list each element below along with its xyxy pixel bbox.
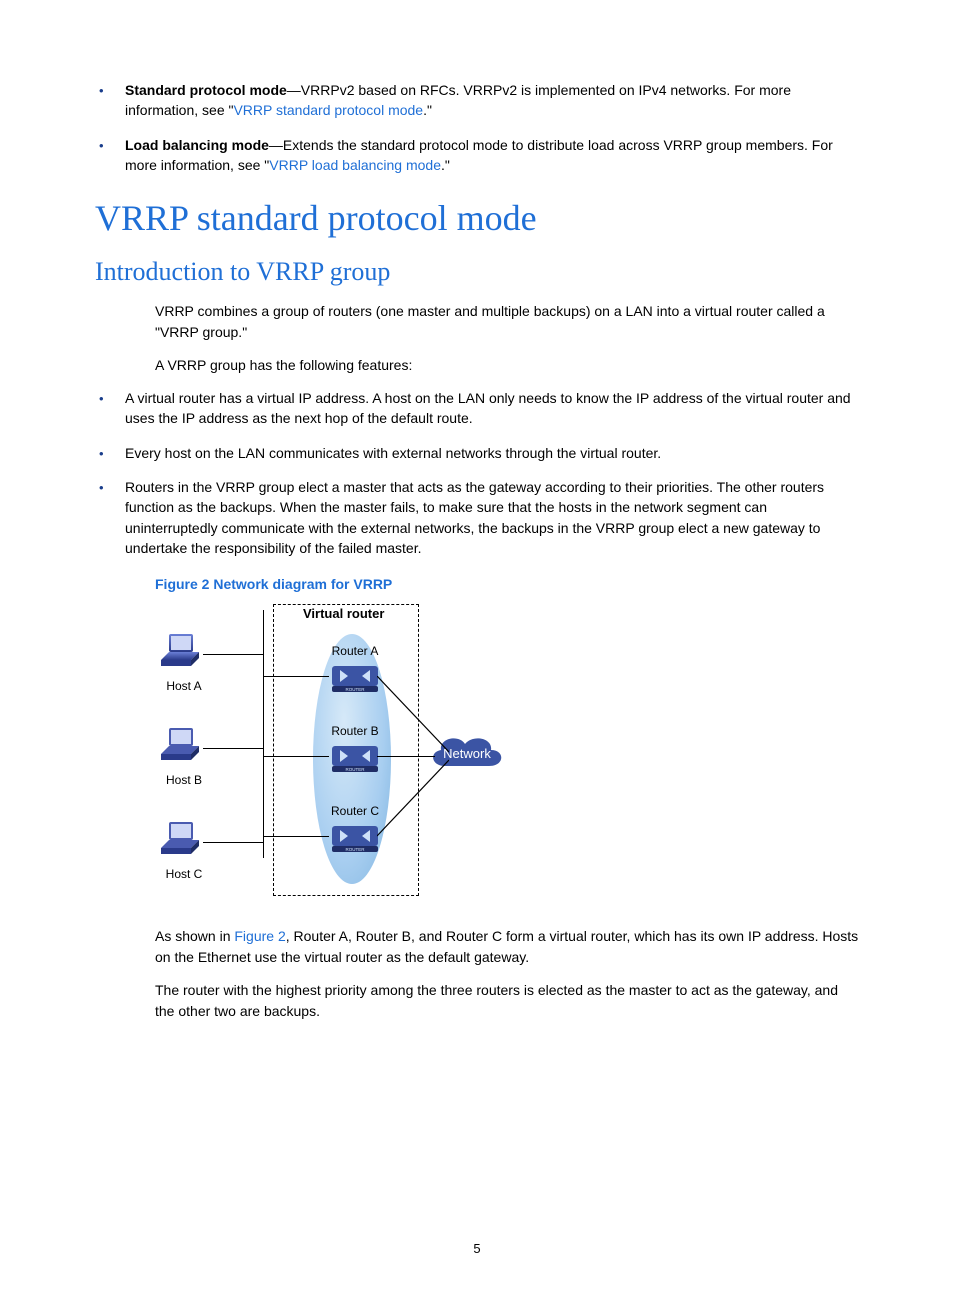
list-item: Every host on the LAN communicates with …: [95, 443, 859, 463]
list-item: Routers in the VRRP group elect a master…: [95, 477, 859, 558]
router-label: Router A: [327, 644, 383, 658]
svg-text:ROUTER: ROUTER: [346, 847, 366, 852]
features-bullet-list: A virtual router has a virtual IP addres…: [95, 388, 859, 558]
feature-text: Every host on the LAN communicates with …: [125, 445, 661, 461]
bullet-text-tail: .": [441, 157, 450, 173]
router-icon: ROUTER: [330, 660, 380, 694]
diagram-line: [263, 610, 264, 858]
router-a: Router A ROUTER: [327, 644, 383, 699]
list-item: Load balancing mode—Extends the standard…: [95, 135, 859, 176]
bullet-bold-lead: Load balancing mode: [125, 137, 269, 153]
diagram-line: [263, 756, 329, 757]
host-a: Host A: [159, 632, 209, 693]
feature-text: Routers in the VRRP group elect a master…: [125, 479, 824, 556]
list-item: Standard protocol mode—VRRPv2 based on R…: [95, 80, 859, 121]
router-label: Router C: [327, 804, 383, 818]
host-c: Host C: [159, 820, 209, 881]
host-label: Host A: [159, 679, 209, 693]
host-label: Host C: [159, 867, 209, 881]
computer-icon: [161, 632, 207, 672]
svg-text:ROUTER: ROUTER: [346, 687, 366, 692]
page-number: 5: [0, 1241, 954, 1256]
diagram-line: [203, 748, 263, 749]
after-figure-para-2: The router with the highest priority amo…: [155, 980, 859, 1022]
intro-paragraph: VRRP combines a group of routers (one ma…: [155, 301, 859, 343]
plain-text: As shown in: [155, 928, 234, 944]
after-figure-para-1: As shown in Figure 2, Router A, Router B…: [155, 926, 859, 968]
diagram-line: [203, 654, 263, 655]
diagram-line: [263, 676, 329, 677]
link-load-balancing[interactable]: VRRP load balancing mode: [269, 157, 441, 173]
bullet-bold-lead: Standard protocol mode: [125, 82, 287, 98]
router-icon: ROUTER: [330, 820, 380, 854]
host-b: Host B: [159, 726, 209, 787]
heading-intro-group: Introduction to VRRP group: [95, 257, 859, 287]
router-b: Router B ROUTER: [327, 724, 383, 779]
feature-text: A virtual router has a virtual IP addres…: [125, 390, 851, 426]
computer-icon: [161, 726, 207, 766]
svg-text:ROUTER: ROUTER: [346, 767, 366, 772]
list-item: A virtual router has a virtual IP addres…: [95, 388, 859, 429]
link-figure-2[interactable]: Figure 2: [234, 928, 285, 944]
top-bullet-list: Standard protocol mode—VRRPv2 based on R…: [95, 80, 859, 175]
computer-icon: [161, 820, 207, 860]
figure-caption: Figure 2 Network diagram for VRRP: [155, 576, 859, 592]
host-label: Host B: [159, 773, 209, 787]
diagram-line: [377, 676, 449, 758]
router-c: Router C ROUTER: [327, 804, 383, 859]
heading-vrrp-standard: VRRP standard protocol mode: [95, 197, 859, 239]
link-standard-protocol[interactable]: VRRP standard protocol mode: [233, 102, 423, 118]
router-icon: ROUTER: [330, 740, 380, 774]
virtual-router-label: Virtual router: [303, 606, 384, 621]
router-label: Router B: [327, 724, 383, 738]
diagram-line: [203, 842, 263, 843]
bullet-text-tail: .": [423, 102, 432, 118]
features-lead: A VRRP group has the following features:: [155, 355, 859, 376]
diagram-line: [377, 756, 449, 838]
figure-network-diagram: Virtual router Host A Host B: [155, 598, 525, 908]
diagram-line: [263, 836, 329, 837]
